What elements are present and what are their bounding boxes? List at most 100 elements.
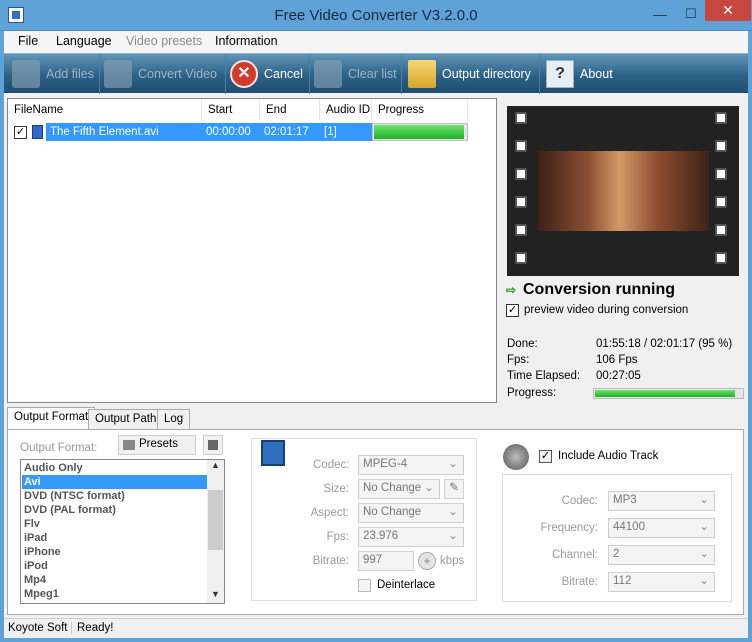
- speaker-icon: [503, 444, 529, 470]
- audio-bitrate-select[interactable]: 112: [608, 572, 715, 592]
- format-item[interactable]: Mpeg1: [22, 587, 207, 601]
- done-label: Done:: [507, 338, 538, 350]
- status-arrow-icon: ⇨: [506, 283, 517, 297]
- bitrate-calc-icon[interactable]: +: [418, 552, 436, 570]
- menu-file[interactable]: File: [18, 34, 38, 48]
- film-sprocket: [715, 224, 727, 236]
- format-item[interactable]: Mp4: [22, 573, 207, 587]
- film-sprocket: [715, 112, 727, 124]
- format-item[interactable]: iPad: [22, 531, 207, 545]
- include-audio-checkbox[interactable]: ✓: [539, 450, 552, 463]
- film-sprocket: [715, 140, 727, 152]
- menu-video-presets[interactable]: Video presets: [126, 34, 202, 48]
- file-name: The Fifth Element.avi: [46, 123, 202, 141]
- format-item[interactable]: Flv: [22, 517, 207, 531]
- deinterlace-checkbox[interactable]: [358, 579, 371, 592]
- main-window: File Language Video presets Information …: [4, 31, 748, 638]
- preview-frame: [537, 151, 709, 231]
- presets-button[interactable]: Presets: [118, 435, 196, 455]
- film-sprocket: [515, 196, 527, 208]
- folder-icon: [408, 60, 436, 88]
- file-list: FileName Start End Audio ID Progress ✓ T…: [7, 98, 497, 403]
- video-fps-select[interactable]: 23.976: [358, 527, 464, 547]
- menu-information[interactable]: Information: [215, 34, 278, 48]
- film-sprocket: [515, 140, 527, 152]
- maximize-button[interactable]: ☐: [676, 1, 706, 27]
- audio-frequency-select[interactable]: 44100: [608, 518, 715, 538]
- tab-output-path[interactable]: Output Path: [88, 409, 164, 430]
- file-checkbox[interactable]: ✓: [14, 126, 27, 139]
- film-sprocket: [515, 168, 527, 180]
- format-item[interactable]: iPod: [22, 559, 207, 573]
- format-item[interactable]: DVD (PAL format): [22, 503, 207, 517]
- preview-checkbox[interactable]: ✓: [506, 304, 519, 317]
- video-size-label: Size:: [323, 483, 349, 495]
- status-company: Koyote Soft: [8, 622, 73, 634]
- format-item[interactable]: iPhone: [22, 545, 207, 559]
- video-film-icon: [261, 440, 285, 466]
- video-bitrate-input[interactable]: 997: [358, 551, 414, 571]
- file-progress-bar: [372, 123, 468, 141]
- col-end[interactable]: End: [260, 99, 320, 121]
- film-sprocket: [715, 252, 727, 264]
- progress-label: Progress:: [507, 387, 557, 399]
- format-list[interactable]: Audio Only Avi DVD (NTSC format) DVD (PA…: [20, 459, 225, 604]
- minimize-button[interactable]: —: [640, 1, 680, 27]
- col-progress[interactable]: Progress: [372, 99, 468, 121]
- cancel-button[interactable]: ✕ Cancel: [226, 54, 310, 94]
- video-aspect-label: Aspect:: [310, 507, 349, 519]
- clear-list-button[interactable]: Clear list: [310, 54, 402, 94]
- add-files-button[interactable]: Add files: [8, 54, 100, 94]
- conversion-progress-fill: [595, 390, 735, 397]
- format-item[interactable]: Audio Only: [22, 461, 207, 475]
- presets-icon: [123, 440, 135, 450]
- tab-log[interactable]: Log: [157, 409, 191, 430]
- scroll-down-icon[interactable]: ▼: [207, 589, 224, 603]
- film-sprocket: [715, 196, 727, 208]
- file-audio-id: [1]: [320, 123, 372, 141]
- film-sprocket: [515, 112, 527, 124]
- video-fps-label: Fps:: [326, 531, 349, 543]
- include-audio-label: Include Audio Track: [558, 450, 659, 462]
- audio-codec-select[interactable]: MP3: [608, 491, 715, 511]
- fps-label: Fps:: [507, 354, 530, 366]
- convert-video-button[interactable]: Convert Video: [100, 54, 226, 94]
- audio-channel-label: Channel:: [551, 549, 598, 561]
- conversion-status: Conversion running: [523, 281, 675, 298]
- about-button[interactable]: ? About: [540, 54, 624, 94]
- add-files-icon: [12, 60, 40, 88]
- audio-channel-select[interactable]: 2: [608, 545, 715, 565]
- menu-language[interactable]: Language: [56, 34, 112, 48]
- toolbar: Add files Convert Video ✕ Cancel Clear li…: [4, 53, 748, 94]
- format-item-selected[interactable]: Avi: [22, 475, 207, 489]
- cancel-icon: ✕: [230, 60, 258, 88]
- output-format-label: Output Format:: [20, 442, 98, 454]
- col-filename[interactable]: FileName: [8, 99, 202, 121]
- video-codec-select[interactable]: MPEG-4: [358, 455, 464, 475]
- col-start[interactable]: Start: [202, 99, 260, 121]
- output-format-panel: Output Format: Presets Audio Only Avi DV…: [7, 429, 744, 615]
- deinterlace-label: Deinterlace: [377, 579, 436, 591]
- save-preset-button[interactable]: [203, 435, 223, 455]
- fps-value: 106 Fps: [596, 354, 638, 366]
- tab-output-format[interactable]: Output Format: [7, 407, 96, 431]
- video-aspect-select[interactable]: No Change: [358, 503, 464, 523]
- format-item[interactable]: DVD (NTSC format): [22, 489, 207, 503]
- clear-list-icon: [314, 60, 342, 88]
- video-size-select[interactable]: No Change: [358, 479, 440, 499]
- video-bitrate-label: Bitrate:: [312, 555, 349, 567]
- scroll-thumb[interactable]: [208, 490, 223, 550]
- output-directory-button[interactable]: Output directory: [402, 54, 540, 94]
- save-icon: [208, 440, 218, 450]
- close-button[interactable]: ✕: [705, 0, 751, 21]
- scroll-up-icon[interactable]: ▲: [207, 460, 224, 474]
- file-row[interactable]: ✓ The Fifth Element.avi 00:00:00 02:01:1…: [10, 123, 468, 141]
- title-bar: Free Video Converter V3.2.0.0 — ☐ ✕: [0, 0, 752, 31]
- col-audio-id[interactable]: Audio ID: [320, 99, 372, 121]
- file-start: 00:00:00: [202, 123, 260, 141]
- file-progress-fill: [374, 125, 464, 139]
- edit-size-icon[interactable]: ✎: [444, 479, 464, 499]
- elapsed-value: 00:27:05: [596, 370, 641, 382]
- format-scrollbar[interactable]: ▲ ▼: [207, 460, 224, 603]
- film-sprocket: [715, 168, 727, 180]
